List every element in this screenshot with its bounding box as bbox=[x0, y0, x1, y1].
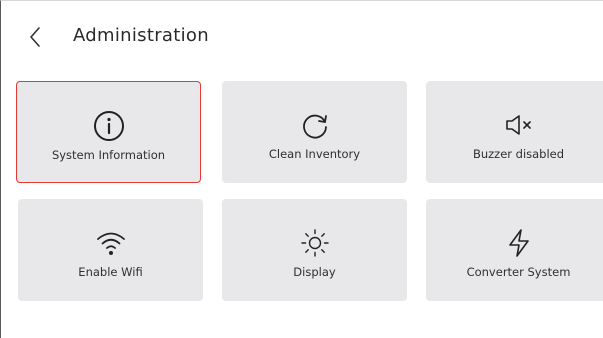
refresh-icon bbox=[297, 108, 333, 142]
system-information-tile[interactable]: System Information bbox=[16, 81, 201, 183]
page-title: Administration bbox=[73, 25, 209, 46]
info-circle-icon bbox=[91, 109, 127, 143]
buzzer-disabled-tile[interactable]: Buzzer disabled bbox=[426, 81, 603, 183]
tile-label: Display bbox=[293, 265, 336, 279]
administration-screen: Administration System Information Clean … bbox=[0, 0, 603, 338]
tile-label: Clean Inventory bbox=[268, 147, 361, 161]
enable-wifi-tile[interactable]: Enable Wifi bbox=[18, 199, 203, 301]
tile-label: Buzzer disabled bbox=[472, 147, 565, 161]
converter-system-tile[interactable]: Converter System bbox=[426, 199, 603, 301]
header: Administration bbox=[1, 1, 603, 71]
chevron-left-icon bbox=[30, 27, 40, 47]
clean-inventory-tile[interactable]: Clean Inventory bbox=[222, 81, 407, 183]
tile-label: Converter System bbox=[466, 265, 571, 279]
wifi-icon bbox=[93, 226, 129, 260]
tile-label: Enable Wifi bbox=[78, 265, 143, 279]
speaker-muted-icon bbox=[501, 108, 537, 142]
lightning-icon bbox=[501, 226, 537, 260]
back-button[interactable] bbox=[21, 23, 49, 51]
sun-icon bbox=[297, 226, 333, 260]
tile-label: System Information bbox=[51, 148, 166, 162]
display-tile[interactable]: Display bbox=[222, 199, 407, 301]
